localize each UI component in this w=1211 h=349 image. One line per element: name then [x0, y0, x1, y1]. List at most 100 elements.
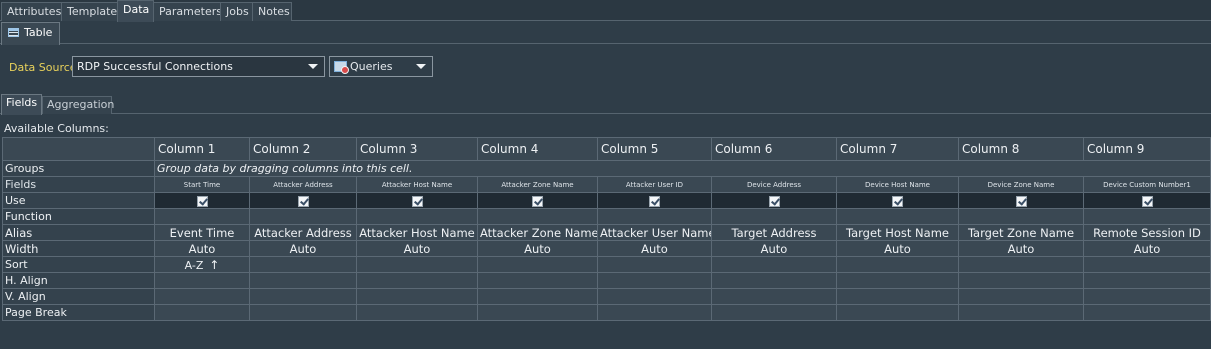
width-cell[interactable]: Auto: [958, 240, 1084, 257]
sort-cell[interactable]: [477, 256, 598, 273]
data-source-select[interactable]: RDP Successful Connections: [72, 56, 325, 77]
alias-cell[interactable]: Event Time: [154, 224, 250, 241]
tab-data[interactable]: Data: [117, 0, 154, 22]
column-header[interactable]: Column 3: [356, 137, 478, 161]
column-header[interactable]: Column 9: [1083, 137, 1211, 161]
use-checkbox[interactable]: [196, 195, 208, 207]
v-align-cell[interactable]: [154, 288, 250, 305]
tab-fields[interactable]: Fields: [1, 94, 42, 115]
h-align-cell[interactable]: [356, 272, 478, 289]
function-cell[interactable]: [249, 208, 357, 225]
use-checkbox[interactable]: [649, 195, 660, 207]
field-cell[interactable]: Device Host Name: [836, 176, 959, 193]
groups-drop-zone[interactable]: Group data by dragging columns into this…: [154, 160, 1211, 177]
h-align-cell[interactable]: [1083, 272, 1211, 289]
width-cell[interactable]: Auto: [597, 240, 712, 257]
use-checkbox[interactable]: [411, 195, 423, 207]
v-align-cell[interactable]: [356, 288, 478, 305]
sort-cell[interactable]: [836, 256, 959, 273]
page-break-cell[interactable]: [597, 304, 712, 321]
page-break-cell[interactable]: [1083, 304, 1211, 321]
column-header[interactable]: Column 1: [154, 137, 250, 161]
queries-button[interactable]: Queries: [329, 56, 433, 77]
page-break-cell[interactable]: [958, 304, 1084, 321]
function-cell[interactable]: [597, 208, 712, 225]
column-header[interactable]: Column 2: [249, 137, 357, 161]
h-align-cell[interactable]: [154, 272, 250, 289]
sort-cell[interactable]: A-Z ↑: [154, 256, 250, 273]
v-align-cell[interactable]: [597, 288, 712, 305]
use-checkbox[interactable]: [768, 195, 780, 207]
field-cell[interactable]: Attacker Address: [249, 176, 357, 193]
tab-parameters[interactable]: Parameters: [153, 2, 222, 21]
field-cell[interactable]: Attacker Zone Name: [477, 176, 598, 193]
field-cell[interactable]: Device Address: [711, 176, 837, 193]
width-cell[interactable]: Auto: [249, 240, 357, 257]
sort-cell[interactable]: [1083, 256, 1211, 273]
field-cell[interactable]: Device Zone Name: [958, 176, 1084, 193]
field-cell[interactable]: Attacker User ID: [597, 176, 712, 193]
v-align-cell[interactable]: [477, 288, 598, 305]
field-cell[interactable]: Device Custom Number1: [1083, 176, 1211, 193]
use-checkbox[interactable]: [1015, 195, 1027, 207]
page-break-cell[interactable]: [711, 304, 837, 321]
column-header[interactable]: Column 4: [477, 137, 598, 161]
column-header[interactable]: Column 5: [597, 137, 712, 161]
use-checkbox[interactable]: [297, 195, 309, 207]
h-align-cell[interactable]: [958, 272, 1084, 289]
alias-cell[interactable]: Attacker Zone Name: [477, 224, 598, 241]
use-checkbox[interactable]: [892, 195, 903, 207]
width-cell[interactable]: Auto: [1083, 240, 1211, 257]
page-break-cell[interactable]: [249, 304, 357, 321]
alias-cell[interactable]: Remote Session ID: [1083, 224, 1211, 241]
width-cell[interactable]: Auto: [154, 240, 250, 257]
column-header[interactable]: Column 8: [958, 137, 1084, 161]
function-cell[interactable]: [154, 208, 250, 225]
page-break-cell[interactable]: [154, 304, 250, 321]
function-cell[interactable]: [356, 208, 478, 225]
alias-cell[interactable]: Attacker User Name: [597, 224, 712, 241]
field-cell[interactable]: Start Time: [154, 176, 250, 193]
function-cell[interactable]: [836, 208, 959, 225]
sort-cell[interactable]: [356, 256, 478, 273]
tab-notes[interactable]: Notes: [252, 2, 292, 21]
use-checkbox[interactable]: [532, 195, 543, 207]
h-align-cell[interactable]: [597, 272, 712, 289]
width-cell[interactable]: Auto: [836, 240, 959, 257]
h-align-cell[interactable]: [477, 272, 598, 289]
width-cell[interactable]: Auto: [711, 240, 837, 257]
tab-table[interactable]: Table: [1, 22, 60, 45]
alias-cell[interactable]: Target Address: [711, 224, 837, 241]
alias-cell[interactable]: Target Host Name: [836, 224, 959, 241]
alias-cell[interactable]: Target Zone Name: [958, 224, 1084, 241]
function-cell[interactable]: [711, 208, 837, 225]
field-cell[interactable]: Attacker Host Name: [356, 176, 478, 193]
function-cell[interactable]: [958, 208, 1084, 225]
alias-cell[interactable]: Attacker Address: [249, 224, 357, 241]
sort-cell[interactable]: [711, 256, 837, 273]
use-checkbox[interactable]: [1141, 195, 1153, 207]
tab-jobs[interactable]: Jobs: [220, 2, 253, 21]
h-align-cell[interactable]: [711, 272, 837, 289]
v-align-cell[interactable]: [249, 288, 357, 305]
v-align-cell[interactable]: [1083, 288, 1211, 305]
function-cell[interactable]: [1083, 208, 1211, 225]
sort-cell[interactable]: [597, 256, 712, 273]
page-break-cell[interactable]: [836, 304, 959, 321]
alias-cell[interactable]: Attacker Host Name: [356, 224, 478, 241]
page-break-cell[interactable]: [477, 304, 598, 321]
column-header[interactable]: Column 6: [711, 137, 837, 161]
function-cell[interactable]: [477, 208, 598, 225]
width-cell[interactable]: Auto: [356, 240, 478, 257]
h-align-cell[interactable]: [836, 272, 959, 289]
tab-aggregation[interactable]: Aggregation: [42, 96, 114, 114]
sort-cell[interactable]: [249, 256, 357, 273]
tab-attributes[interactable]: Attributes: [1, 2, 62, 21]
v-align-cell[interactable]: [958, 288, 1084, 305]
page-break-cell[interactable]: [356, 304, 478, 321]
sort-cell[interactable]: [958, 256, 1084, 273]
v-align-cell[interactable]: [711, 288, 837, 305]
v-align-cell[interactable]: [836, 288, 959, 305]
column-header[interactable]: Column 7: [836, 137, 959, 161]
h-align-cell[interactable]: [249, 272, 357, 289]
